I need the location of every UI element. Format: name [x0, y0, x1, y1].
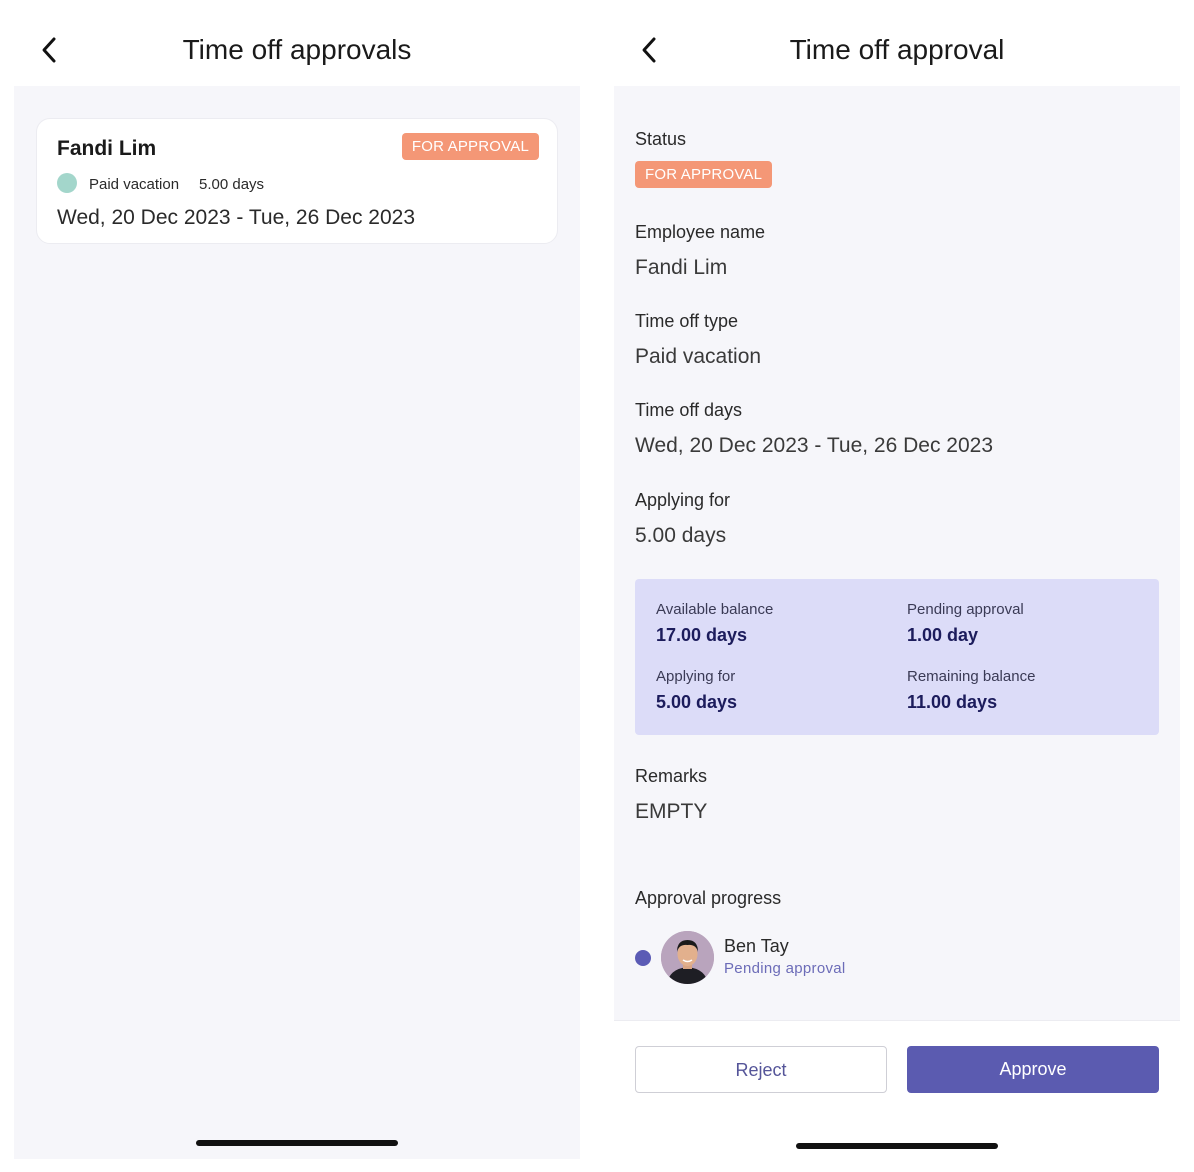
approval-card[interactable]: Fandi Lim FOR APPROVAL Paid vacation 5.0… — [36, 118, 558, 244]
time-off-type-dot-icon — [57, 173, 77, 193]
employee-name-label: Employee name — [635, 222, 766, 242]
avatar — [661, 931, 714, 984]
available-balance-value: 17.00 days — [656, 625, 748, 645]
time-off-approval-detail-screen: Time off approval Status FOR APPROVAL Em… — [614, 0, 1180, 1172]
status-badge: FOR APPROVAL — [401, 133, 539, 160]
time-off-type: Paid vacation — [635, 345, 762, 368]
approval-details: Status FOR APPROVAL Employee name Fandi … — [614, 86, 1180, 1159]
remaining-balance-label: Remaining balance — [907, 668, 1036, 685]
time-off-approvals-screen: Time off approvals Fandi Lim FOR APPROVA… — [14, 0, 580, 1172]
remarks-label: Remarks — [635, 766, 708, 786]
remaining-balance-value: 11.00 days — [907, 692, 998, 712]
available-balance-label: Available balance — [656, 601, 774, 618]
home-indicator — [196, 1140, 398, 1146]
header: Time off approval — [614, 0, 1180, 86]
status-label: Status — [635, 129, 687, 149]
approvals-list: Fandi Lim FOR APPROVAL Paid vacation 5.0… — [14, 86, 580, 1159]
applying-for-value: 5.00 days — [635, 524, 727, 547]
pending-approval-value: 1.00 day — [907, 625, 979, 645]
approver-status: Pending approval — [724, 960, 846, 977]
pending-approval-label: Pending approval — [907, 601, 1024, 618]
applying-for-value: 5.00 days — [656, 692, 738, 712]
page-title: Time off approval — [789, 34, 1005, 65]
balance-summary: Available balance 17.00 days Pending app… — [635, 579, 1159, 735]
employee-name: Fandi Lim — [57, 137, 157, 160]
time-off-days: Wed, 20 Dec 2023 - Tue, 26 Dec 2023 — [635, 434, 994, 457]
applying-for-label: Applying for — [635, 490, 731, 510]
approve-button[interactable]: Approve — [907, 1046, 1159, 1093]
time-off-days-count: 5.00 days — [199, 176, 265, 193]
time-off-days-label: Time off days — [635, 400, 743, 420]
date-range: Wed, 20 Dec 2023 - Tue, 26 Dec 2023 — [57, 206, 416, 229]
action-bar: Reject Approve — [614, 1020, 1180, 1159]
header: Time off approvals — [14, 0, 580, 86]
applying-for-label: Applying for — [656, 668, 736, 685]
time-off-type: Paid vacation — [89, 176, 180, 193]
page-title: Time off approvals — [182, 34, 412, 65]
approver-name: Ben Tay — [724, 936, 789, 956]
progress-dot-icon — [635, 950, 651, 966]
remarks-value: EMPTY — [635, 800, 708, 823]
home-indicator — [796, 1143, 998, 1149]
time-off-type-label: Time off type — [635, 311, 739, 331]
reject-button[interactable]: Reject — [635, 1046, 887, 1093]
status-badge: FOR APPROVAL — [635, 161, 773, 188]
approval-progress-label: Approval progress — [635, 888, 782, 908]
employee-name: Fandi Lim — [635, 256, 728, 279]
